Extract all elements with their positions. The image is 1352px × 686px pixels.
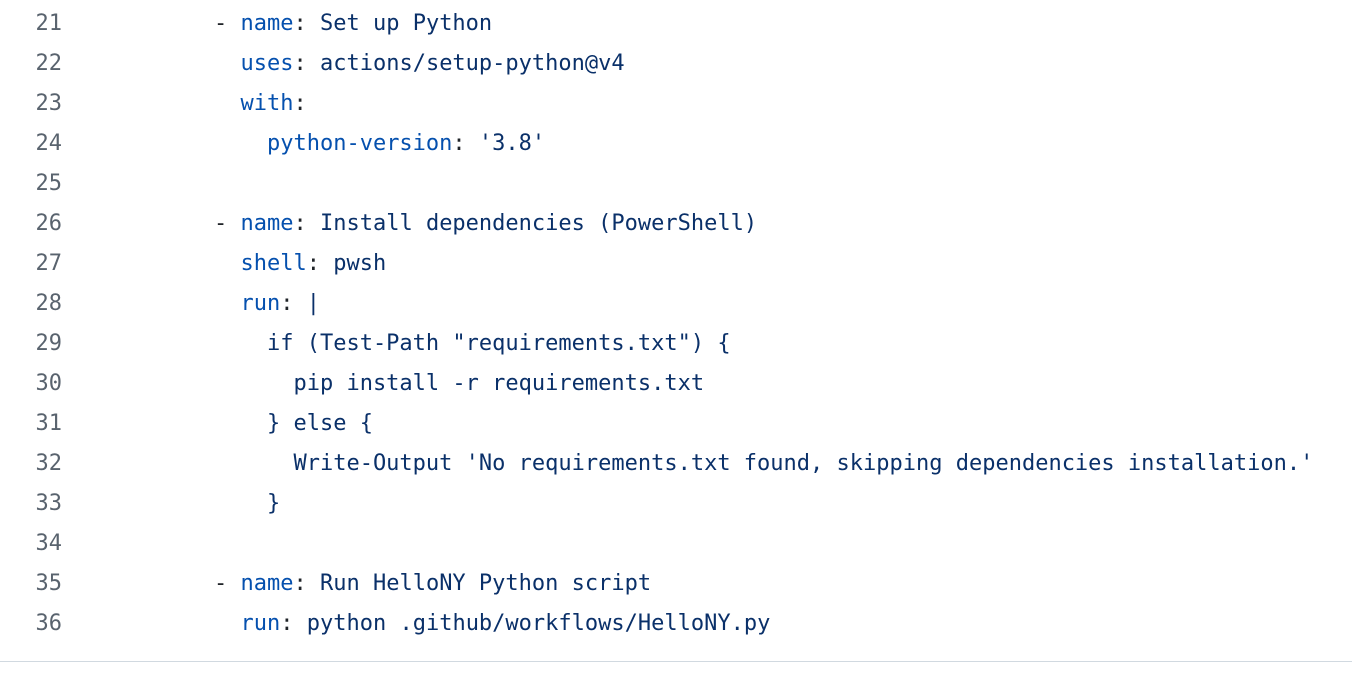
- code-token-punct: :: [306, 251, 334, 276]
- line-number[interactable]: 23: [0, 84, 63, 124]
- code-token-value: '3.8': [478, 131, 546, 156]
- line-number[interactable]: 36: [0, 604, 63, 644]
- code-token-punct: :: [452, 131, 479, 156]
- code-token-key: name: [240, 211, 294, 236]
- line-code: run: python .github/workflows/HelloNY.py: [214, 604, 771, 644]
- code-line: 31 } else {: [0, 404, 1352, 444]
- code-line: 22 uses: actions/setup-python@v4: [0, 44, 1352, 84]
- line-number[interactable]: 34: [0, 524, 63, 564]
- code-line: 28 run: |: [0, 284, 1352, 324]
- code-line: 23 with:: [0, 84, 1352, 124]
- code-token-punct: -: [214, 211, 241, 236]
- code-token-key: uses: [240, 51, 294, 76]
- line-code: - name: Install dependencies (PowerShell…: [214, 204, 757, 244]
- code-token-punct: -: [214, 571, 241, 596]
- code-token-value: |: [306, 291, 320, 316]
- code-token-punct: :: [293, 571, 320, 596]
- line-number[interactable]: 32: [0, 444, 63, 484]
- line-number[interactable]: 26: [0, 204, 63, 244]
- code-token-value: Install dependencies (PowerShell): [319, 211, 758, 236]
- code-line: 35 - name: Run HelloNY Python script: [0, 564, 1352, 604]
- code-line: 34: [0, 524, 1352, 564]
- line-number[interactable]: 24: [0, 124, 63, 164]
- line-code: } else {: [214, 404, 373, 444]
- line-number[interactable]: 21: [0, 4, 63, 44]
- line-code: Write-Output 'No requirements.txt found,…: [214, 444, 1313, 484]
- code-token-value: Write-Output 'No requirements.txt found,…: [214, 451, 1314, 476]
- code-token-punct: :: [293, 91, 307, 116]
- line-number[interactable]: 22: [0, 44, 63, 84]
- line-number[interactable]: 28: [0, 284, 63, 324]
- code-token-value: python .github/workflows/HelloNY.py: [306, 611, 771, 636]
- code-token-punct: :: [293, 51, 320, 76]
- code-token-key: python-version: [266, 131, 453, 156]
- code-token-key: run: [240, 291, 281, 316]
- line-code: uses: actions/setup-python@v4: [214, 44, 625, 84]
- code-token-value: actions/setup-python@v4: [319, 51, 625, 76]
- line-code: run: |: [214, 284, 321, 324]
- code-token-key: name: [240, 11, 294, 36]
- code-line: 21 - name: Set up Python: [0, 4, 1352, 44]
- line-number[interactable]: 31: [0, 404, 63, 444]
- code-line: 27 shell: pwsh: [0, 244, 1352, 284]
- code-token-key: with: [240, 91, 294, 116]
- code-line: 25: [0, 164, 1352, 204]
- code-token-key: shell: [240, 251, 307, 276]
- line-code: pip install -r requirements.txt: [214, 364, 704, 404]
- code-line: 33 }: [0, 484, 1352, 524]
- code-token-value: pwsh: [333, 251, 387, 276]
- line-number[interactable]: 33: [0, 484, 63, 524]
- code-line: 29 if (Test-Path "requirements.txt") {: [0, 324, 1352, 364]
- code-view: 21- name: Set up Python 22 uses: actions/…: [0, 0, 1352, 661]
- line-code: - name: Set up Python: [214, 4, 492, 44]
- code-line: 30 pip install -r requirements.txt: [0, 364, 1352, 404]
- code-token-punct: :: [280, 611, 307, 636]
- code-token-value: }: [214, 491, 281, 516]
- line-number[interactable]: 27: [0, 244, 63, 284]
- code-token-punct: :: [293, 211, 320, 236]
- code-token-punct: :: [293, 11, 320, 36]
- code-token-value: Set up Python: [319, 11, 493, 36]
- line-code: python-version: '3.8': [214, 124, 545, 164]
- code-token-key: run: [240, 611, 281, 636]
- line-number[interactable]: 29: [0, 324, 63, 364]
- code-token-key: name: [240, 571, 294, 596]
- line-number[interactable]: 35: [0, 564, 63, 604]
- line-number[interactable]: 25: [0, 164, 63, 204]
- code-token-value: if (Test-Path "requirements.txt") {: [214, 331, 731, 356]
- line-code: }: [214, 484, 280, 524]
- code-token-value: } else {: [214, 411, 373, 436]
- code-line: 26 - name: Install dependencies (PowerShe…: [0, 204, 1352, 244]
- line-code: - name: Run HelloNY Python script: [214, 564, 651, 604]
- code-line: 24 python-version: '3.8': [0, 124, 1352, 164]
- code-token-value: pip install -r requirements.txt: [214, 371, 705, 396]
- code-view-bottom-border: [0, 661, 1352, 662]
- code-token-value: Run HelloNY Python script: [319, 571, 652, 596]
- line-code: if (Test-Path "requirements.txt") {: [214, 324, 731, 364]
- code-token-punct: :: [280, 291, 307, 316]
- line-code: shell: pwsh: [214, 244, 387, 284]
- code-line: 36 run: python .github/workflows/HelloNY…: [0, 604, 1352, 644]
- line-number[interactable]: 30: [0, 364, 63, 404]
- code-line: 32 Write-Output 'No requirements.txt fou…: [0, 444, 1352, 484]
- code-token-punct: -: [214, 11, 241, 36]
- line-code: with:: [214, 84, 307, 124]
